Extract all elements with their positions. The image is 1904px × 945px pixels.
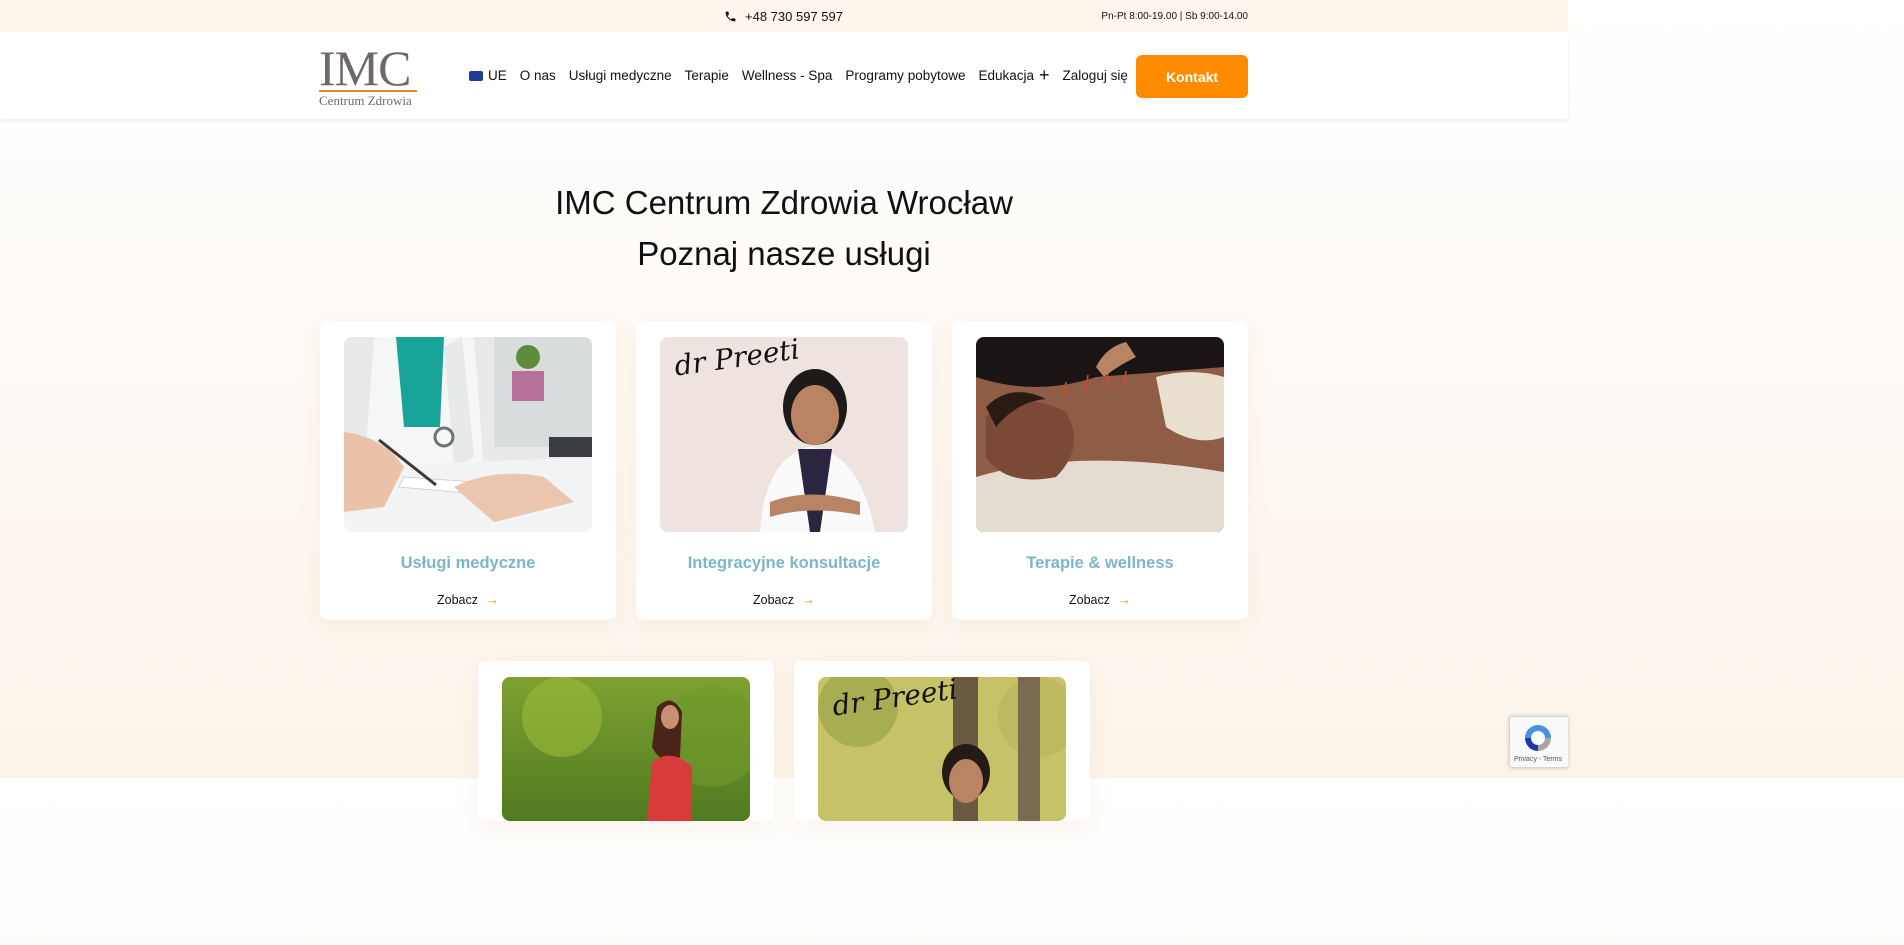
- nav-item-uslugi-medyczne[interactable]: Usługi medyczne: [569, 68, 672, 83]
- card-more-link[interactable]: Zobacz →: [636, 592, 932, 607]
- contact-button[interactable]: Kontakt: [1136, 55, 1248, 98]
- logo[interactable]: IMC Centrum Zdrowia: [319, 40, 419, 108]
- logo-subtitle: Centrum Zdrowia: [319, 93, 412, 108]
- card-more-link[interactable]: Zobacz →: [320, 592, 616, 607]
- plus-icon: +: [1039, 65, 1050, 85]
- top-info-bar: +48 730 597 597 Pn-Pt 8:00-19.00 | Sb 9:…: [0, 0, 1568, 32]
- arrow-right-icon: →: [802, 592, 815, 607]
- phone-number[interactable]: +48 730 597 597: [745, 9, 843, 24]
- card-title: Terapie & wellness: [1026, 554, 1174, 572]
- card-more-label: Zobacz: [1069, 592, 1110, 607]
- nav-item-terapie[interactable]: Terapie: [685, 68, 729, 83]
- page-title: IMC Centrum Zdrowia Wrocław: [555, 184, 1013, 221]
- service-card-4[interactable]: [478, 661, 774, 821]
- service-card-medical[interactable]: Usługi medyczne Zobacz →: [320, 321, 616, 620]
- nav-item-ue[interactable]: UE: [469, 68, 507, 83]
- card-title: Integracyjne konsultacje: [687, 554, 881, 572]
- doctor-portrait-image: dr Preeti: [660, 337, 908, 532]
- card-title: Usługi medyczne: [400, 554, 536, 572]
- page-subtitle: Poznaj nasze usługi: [637, 235, 931, 272]
- arrow-right-icon: →: [486, 592, 499, 607]
- doctor-writing-image: [344, 337, 592, 532]
- recaptcha-links[interactable]: Privacy - Terms: [1514, 756, 1562, 763]
- opening-hours: Pn-Pt 8:00-19.00 | Sb 9:00-14.00: [1101, 10, 1248, 22]
- service-card-5[interactable]: dr Preeti: [794, 661, 1090, 821]
- nav-item-o-nas[interactable]: O nas: [520, 68, 556, 83]
- service-card-therapies[interactable]: Terapie & wellness Zobacz →: [952, 321, 1248, 620]
- nav-item-programy-pobytowe[interactable]: Programy pobytowe: [845, 68, 965, 83]
- nav-item-zaloguj[interactable]: Zaloguj się: [1063, 68, 1128, 83]
- phone-link[interactable]: +48 730 597 597: [724, 0, 843, 32]
- woman-nature-image: [502, 677, 750, 821]
- phone-icon: [725, 11, 736, 21]
- card-more-label: Zobacz: [753, 592, 794, 607]
- nav-label-edukacja: Edukacja: [978, 68, 1035, 83]
- logo-mark: IMC: [319, 40, 411, 96]
- eu-flag-icon: [469, 70, 483, 81]
- card-more-link[interactable]: Zobacz →: [952, 592, 1248, 607]
- nav-label-ue: UE: [488, 68, 507, 83]
- site-header: IMC Centrum Zdrowia UE O nas Usługi medy…: [0, 32, 1568, 119]
- doctor-outdoor-image: dr Preeti: [818, 677, 1066, 821]
- card-more-label: Zobacz: [437, 592, 478, 607]
- arrow-right-icon: →: [1118, 592, 1131, 607]
- recaptcha-badge[interactable]: Privacy - Terms: [1509, 716, 1568, 768]
- service-card-consultations[interactable]: dr Preeti Integracyjne konsultacje Zobac…: [636, 321, 932, 620]
- acupuncture-image: [976, 337, 1224, 532]
- nav-item-wellness-spa[interactable]: Wellness - Spa: [742, 68, 833, 83]
- recaptcha-icon: [1525, 725, 1551, 751]
- nav-item-edukacja[interactable]: Edukacja +: [978, 65, 1050, 85]
- main-nav: UE O nas Usługi medyczne Terapie Wellnes…: [469, 32, 1141, 119]
